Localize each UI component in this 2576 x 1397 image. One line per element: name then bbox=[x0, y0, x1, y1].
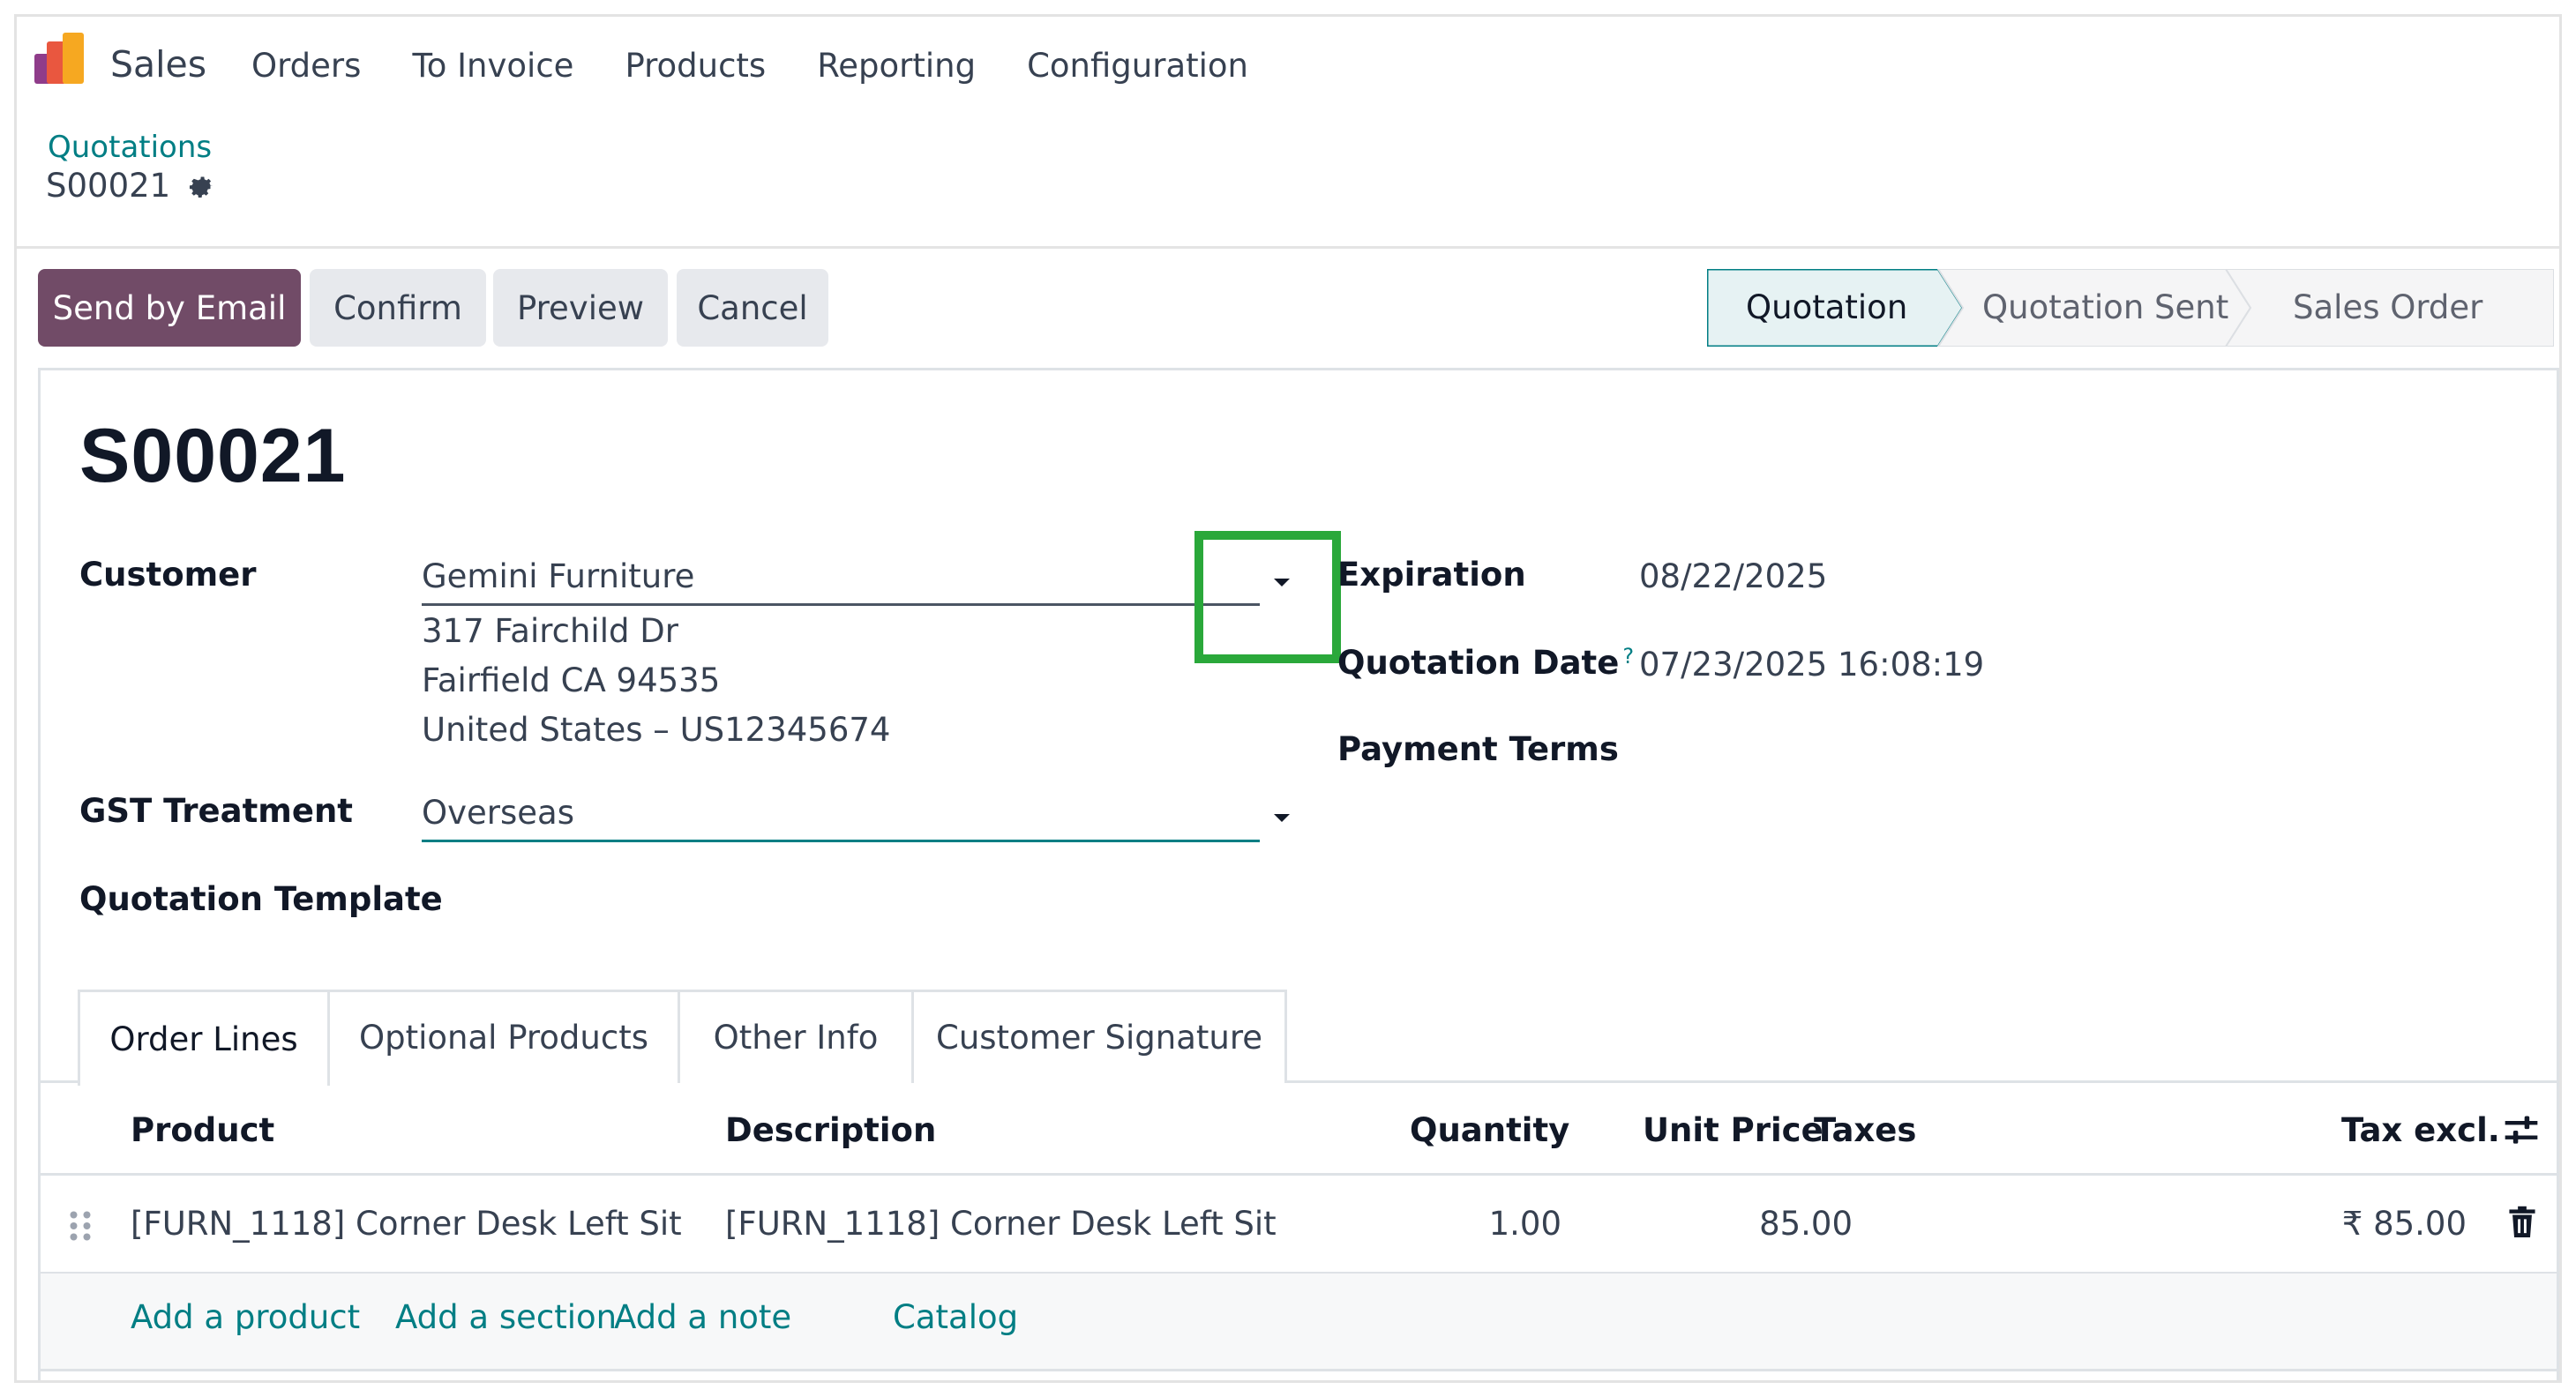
breadcrumb-current: S00021 bbox=[46, 167, 216, 205]
quotation-template-label: Quotation Template bbox=[79, 880, 443, 918]
customer-address-line2: Fairfield CA 94535 bbox=[422, 661, 721, 699]
send-by-email-button[interactable]: Send by Email bbox=[38, 269, 301, 347]
gst-treatment-field[interactable]: Overseas bbox=[422, 794, 574, 832]
menu-item-reporting[interactable]: Reporting bbox=[817, 47, 976, 85]
main-menu: Orders To Invoice Products Reporting Con… bbox=[251, 47, 1299, 85]
quotation-date-field[interactable]: 07/23/2025 16:08:19 bbox=[1639, 646, 1984, 684]
help-icon[interactable]: ? bbox=[1622, 644, 1634, 669]
tab-order-lines[interactable]: Order Lines bbox=[78, 990, 330, 1086]
column-header-taxes[interactable]: Taxes bbox=[1814, 1111, 1916, 1149]
tab-other-info[interactable]: Other Info bbox=[678, 990, 914, 1083]
cell-unit-price[interactable]: 85.00 bbox=[1759, 1205, 1853, 1243]
column-header-unit-price[interactable]: Unit Price bbox=[1643, 1111, 1823, 1149]
dropdown-highlight-box bbox=[1194, 531, 1341, 663]
breadcrumb-quotations-link[interactable]: Quotations bbox=[48, 130, 212, 165]
cell-description[interactable]: [FURN_1118] Corner Desk Left Sit bbox=[725, 1205, 1277, 1243]
column-header-quantity[interactable]: Quantity bbox=[1410, 1111, 1569, 1149]
column-header-tax-excl[interactable]: Tax excl. bbox=[2341, 1111, 2500, 1149]
customer-address-line3: United States – US12345674 bbox=[422, 711, 891, 749]
column-header-product[interactable]: Product bbox=[131, 1111, 274, 1149]
menu-item-orders[interactable]: Orders bbox=[251, 47, 361, 85]
chevron-down-icon[interactable] bbox=[1274, 814, 1290, 822]
gst-treatment-underline bbox=[422, 840, 1260, 842]
app-name[interactable]: Sales bbox=[110, 43, 206, 86]
cancel-button[interactable]: Cancel bbox=[677, 269, 828, 347]
customer-label: Customer bbox=[79, 556, 257, 594]
tab-customer-signature[interactable]: Customer Signature bbox=[911, 990, 1287, 1083]
menu-item-configuration[interactable]: Configuration bbox=[1027, 47, 1248, 85]
add-section-link[interactable]: Add a section bbox=[395, 1298, 617, 1336]
quotation-date-label: Quotation Date? bbox=[1337, 644, 1634, 682]
tab-optional-products[interactable]: Optional Products bbox=[327, 990, 680, 1083]
stage-sales-order[interactable]: Sales Order bbox=[2293, 288, 2482, 326]
add-product-link[interactable]: Add a product bbox=[131, 1298, 360, 1336]
menu-item-to-invoice[interactable]: To Invoice bbox=[412, 47, 573, 85]
table-footer-divider bbox=[41, 1369, 2557, 1371]
app-logo-icon[interactable] bbox=[34, 33, 89, 87]
stage-quotation[interactable]: Quotation bbox=[1746, 288, 1907, 326]
cell-quantity[interactable]: 1.00 bbox=[1489, 1205, 1561, 1243]
catalog-link[interactable]: Catalog bbox=[893, 1298, 1018, 1336]
confirm-button[interactable]: Confirm bbox=[310, 269, 486, 347]
breadcrumb-current-label: S00021 bbox=[46, 167, 171, 205]
cell-product[interactable]: [FURN_1118] Corner Desk Left Sit bbox=[131, 1205, 682, 1243]
order-name-title: S00021 bbox=[79, 414, 347, 498]
control-panel-divider bbox=[17, 246, 2559, 249]
stage-quotation-sent[interactable]: Quotation Sent bbox=[1982, 288, 2228, 326]
notebook-tabs: Order Lines Optional Products Other Info… bbox=[78, 990, 1287, 1086]
gear-icon[interactable] bbox=[186, 171, 216, 201]
drag-handle-icon[interactable] bbox=[67, 1208, 94, 1244]
expiration-field[interactable]: 08/22/2025 bbox=[1639, 557, 1827, 595]
menu-item-products[interactable]: Products bbox=[625, 47, 766, 85]
customer-field[interactable]: Gemini Furniture bbox=[422, 557, 694, 595]
column-header-description[interactable]: Description bbox=[725, 1111, 936, 1149]
preview-button[interactable]: Preview bbox=[493, 269, 668, 347]
table-header-divider bbox=[41, 1173, 2557, 1176]
payment-terms-label: Payment Terms bbox=[1337, 730, 1619, 768]
trash-icon[interactable] bbox=[2507, 1205, 2537, 1240]
expiration-label: Expiration bbox=[1337, 556, 1526, 594]
add-note-link[interactable]: Add a note bbox=[614, 1298, 791, 1336]
form-sheet: S00021 Customer Gemini Furniture 317 Fai… bbox=[38, 368, 2559, 1380]
top-navbar: Sales Orders To Invoice Products Reporti… bbox=[17, 17, 2559, 105]
quotation-date-label-text: Quotation Date bbox=[1337, 644, 1620, 682]
gst-treatment-label: GST Treatment bbox=[79, 792, 353, 830]
column-settings-icon[interactable] bbox=[2502, 1111, 2541, 1150]
app-window: Sales Orders To Invoice Products Reporti… bbox=[14, 14, 2562, 1383]
customer-field-underline bbox=[422, 603, 1260, 606]
cell-tax-excl: ₹ 85.00 bbox=[2341, 1205, 2467, 1243]
customer-address-line1: 317 Fairchild Dr bbox=[422, 612, 678, 650]
